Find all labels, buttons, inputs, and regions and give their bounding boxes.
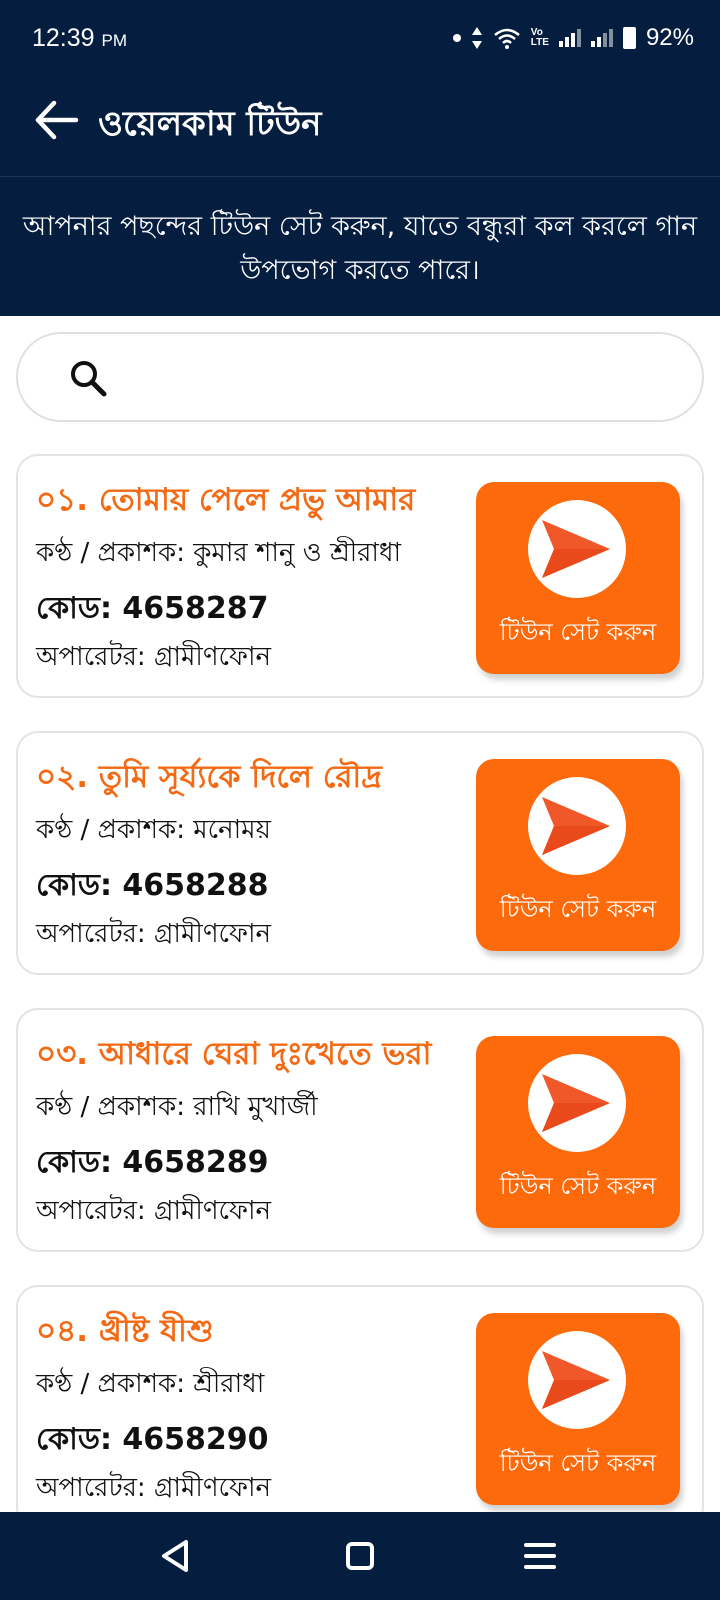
battery-icon — [622, 27, 636, 49]
tune-card: ০৪. খ্রীষ্ট যীশু কণ্ঠ / প্রকাশক: শ্রীরাধ… — [16, 1285, 704, 1529]
set-tune-button-label: টিউন সেট করুন — [499, 895, 657, 923]
set-tune-button-label: টিউন সেট করুন — [499, 1172, 657, 1200]
data-transfer-icon — [471, 27, 482, 49]
song-operator: অপারেটর: গ্রামীণফোন — [36, 642, 272, 672]
send-arrow-icon — [528, 1331, 626, 1429]
search-bar[interactable] — [16, 332, 704, 422]
search-input[interactable] — [128, 352, 668, 406]
song-artist: কণ্ঠ / প্রকাশক: শ্রীরাধা — [36, 1369, 265, 1399]
song-title: ০১. তোমায় পেলে প্রভু আমার — [36, 482, 416, 518]
send-arrow-icon — [528, 777, 626, 875]
status-time-ampm: PM — [101, 31, 128, 50]
song-artist: কণ্ঠ / প্রকাশক: রাখি মুখার্জী — [36, 1092, 318, 1122]
song-operator: অপারেটর: গ্রামীণফোন — [36, 1196, 272, 1226]
status-time: 12:39 PM — [32, 24, 127, 53]
page-title: ওয়েলকাম টিউন — [98, 104, 322, 144]
wifi-icon — [493, 28, 520, 49]
set-tune-button-label: টিউন সেট করুন — [499, 618, 657, 646]
status-icons: Vo LTE 92% — [452, 24, 694, 52]
notification-dot-icon — [452, 34, 461, 42]
arrow-left-icon[interactable] — [30, 94, 82, 146]
song-operator: অপারেটর: গ্রামীণফোন — [36, 919, 272, 949]
tune-card: ০২. তুমি সূর্য্যকে দিলে রৌদ্র কণ্ঠ / প্র… — [16, 731, 704, 975]
volte-icon: Vo LTE — [530, 27, 549, 48]
tune-card: ০১. তোমায় পেলে প্রভু আমার কণ্ঠ / প্রকাশ… — [16, 454, 704, 698]
info-banner: আপনার পছন্দের টিউন সেট করুন, যাতে বন্ধুর… — [0, 176, 720, 316]
signal-sim2-icon — [590, 29, 613, 47]
status-bar: 12:39 PM Vo LTE 92% — [0, 0, 720, 64]
tune-list: ০১. তোমায় পেলে প্রভু আমার কণ্ঠ / প্রকাশ… — [16, 454, 704, 1562]
song-artist: কণ্ঠ / প্রকাশক: মনোময় — [36, 815, 271, 845]
song-title: ০৩. আধারে ঘেরা দুঃখেতে ভরা — [36, 1036, 432, 1072]
battery-percent: 92% — [645, 24, 694, 51]
signal-sim1-icon — [558, 29, 581, 47]
set-tune-button[interactable]: টিউন সেট করুন — [476, 759, 680, 951]
search-icon[interactable] — [68, 358, 110, 400]
song-code: কোড: 4658288 — [36, 868, 269, 903]
song-title: ০৪. খ্রীষ্ট যীশু — [36, 1313, 214, 1349]
square-home-icon[interactable] — [340, 1536, 380, 1576]
set-tune-button[interactable]: টিউন সেট করুন — [476, 1036, 680, 1228]
system-nav-bar — [0, 1512, 720, 1600]
send-arrow-icon — [528, 1054, 626, 1152]
set-tune-button[interactable]: টিউন সেট করুন — [476, 482, 680, 674]
triangle-back-icon[interactable] — [156, 1536, 196, 1576]
song-title: ০২. তুমি সূর্য্যকে দিলে রৌদ্র — [36, 759, 382, 795]
app-bar: ওয়েলকাম টিউন — [0, 64, 720, 176]
song-code: কোড: 4658290 — [36, 1422, 269, 1457]
song-code: কোড: 4658287 — [36, 591, 269, 626]
status-time-value: 12:39 — [32, 24, 95, 52]
send-arrow-icon — [528, 500, 626, 598]
song-artist: কণ্ঠ / প্রকাশক: কুমার শানু ও শ্রীরাধা — [36, 538, 402, 568]
set-tune-button-label: টিউন সেট করুন — [499, 1449, 657, 1477]
tune-card: ০৩. আধারে ঘেরা দুঃখেতে ভরা কণ্ঠ / প্রকাশ… — [16, 1008, 704, 1252]
menu-icon[interactable] — [520, 1536, 560, 1576]
set-tune-button[interactable]: টিউন সেট করুন — [476, 1313, 680, 1505]
info-banner-text: আপনার পছন্দের টিউন সেট করুন, যাতে বন্ধুর… — [22, 211, 698, 286]
song-operator: অপারেটর: গ্রামীণফোন — [36, 1473, 272, 1503]
song-code: কোড: 4658289 — [36, 1145, 269, 1180]
